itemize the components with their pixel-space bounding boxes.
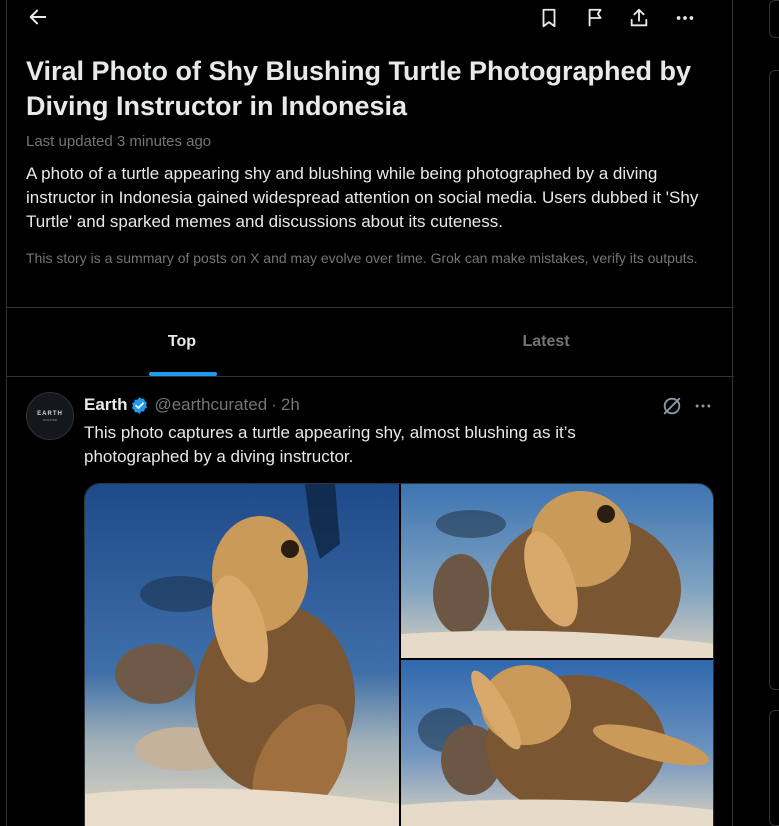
more-options-button[interactable] xyxy=(671,4,699,32)
avatar-brand-subtext: CURATED xyxy=(42,417,58,422)
avatar-brand-text: EARTH xyxy=(37,410,63,417)
top-bar xyxy=(7,0,734,36)
author-handle[interactable]: @earthcurated xyxy=(154,395,267,415)
story-summary: A photo of a turtle appearing shy and bl… xyxy=(26,164,699,231)
tab-top-label: Top xyxy=(167,333,197,350)
turtle-photo-bottom-right[interactable] xyxy=(401,660,713,826)
grok-disclaimer: This story is a summary of posts on X an… xyxy=(26,250,698,266)
verified-badge-icon xyxy=(132,396,148,414)
turtle-photo-left[interactable] xyxy=(85,484,399,826)
post-time[interactable]: 2h xyxy=(281,395,300,415)
tab-latest-label: Latest xyxy=(522,333,570,350)
arrow-left-icon xyxy=(29,9,47,25)
story-title: Viral Photo of Shy Blushing Turtle Photo… xyxy=(26,56,692,121)
post-media-grid xyxy=(84,483,714,826)
tab-top[interactable]: Top xyxy=(7,308,357,376)
story-column: Viral Photo of Shy Blushing Turtle Photo… xyxy=(6,0,734,826)
last-updated: Last updated 3 minutes ago xyxy=(26,133,212,150)
bookmark-icon xyxy=(542,8,556,28)
right-sidebar-edge xyxy=(769,0,779,826)
share-button[interactable] xyxy=(625,4,653,32)
post-text: This photo captures a turtle appearing s… xyxy=(84,423,576,466)
post-header: Earth @earthcurated · 2h xyxy=(84,394,300,416)
report-button[interactable] xyxy=(582,4,610,32)
share-icon xyxy=(630,8,648,27)
sidebar-panel-edge xyxy=(769,710,779,826)
avatar[interactable]: EARTH CURATED xyxy=(26,392,74,440)
bookmark-button[interactable] xyxy=(535,4,563,32)
separator-dot: · xyxy=(271,395,277,414)
more-icon xyxy=(695,404,711,408)
more-icon xyxy=(676,16,694,20)
grok-icon xyxy=(663,397,681,415)
sidebar-panel-edge xyxy=(769,70,779,690)
flag-icon xyxy=(588,8,602,27)
divider xyxy=(7,376,734,377)
tab-latest[interactable]: Latest xyxy=(371,308,721,376)
turtle-photo-top-right[interactable] xyxy=(401,484,713,658)
author-name[interactable]: Earth xyxy=(84,395,127,415)
sidebar-panel-edge xyxy=(769,0,779,38)
grok-explain-button[interactable] xyxy=(660,394,684,418)
post-more-button[interactable] xyxy=(691,394,715,418)
back-button[interactable] xyxy=(24,3,52,31)
